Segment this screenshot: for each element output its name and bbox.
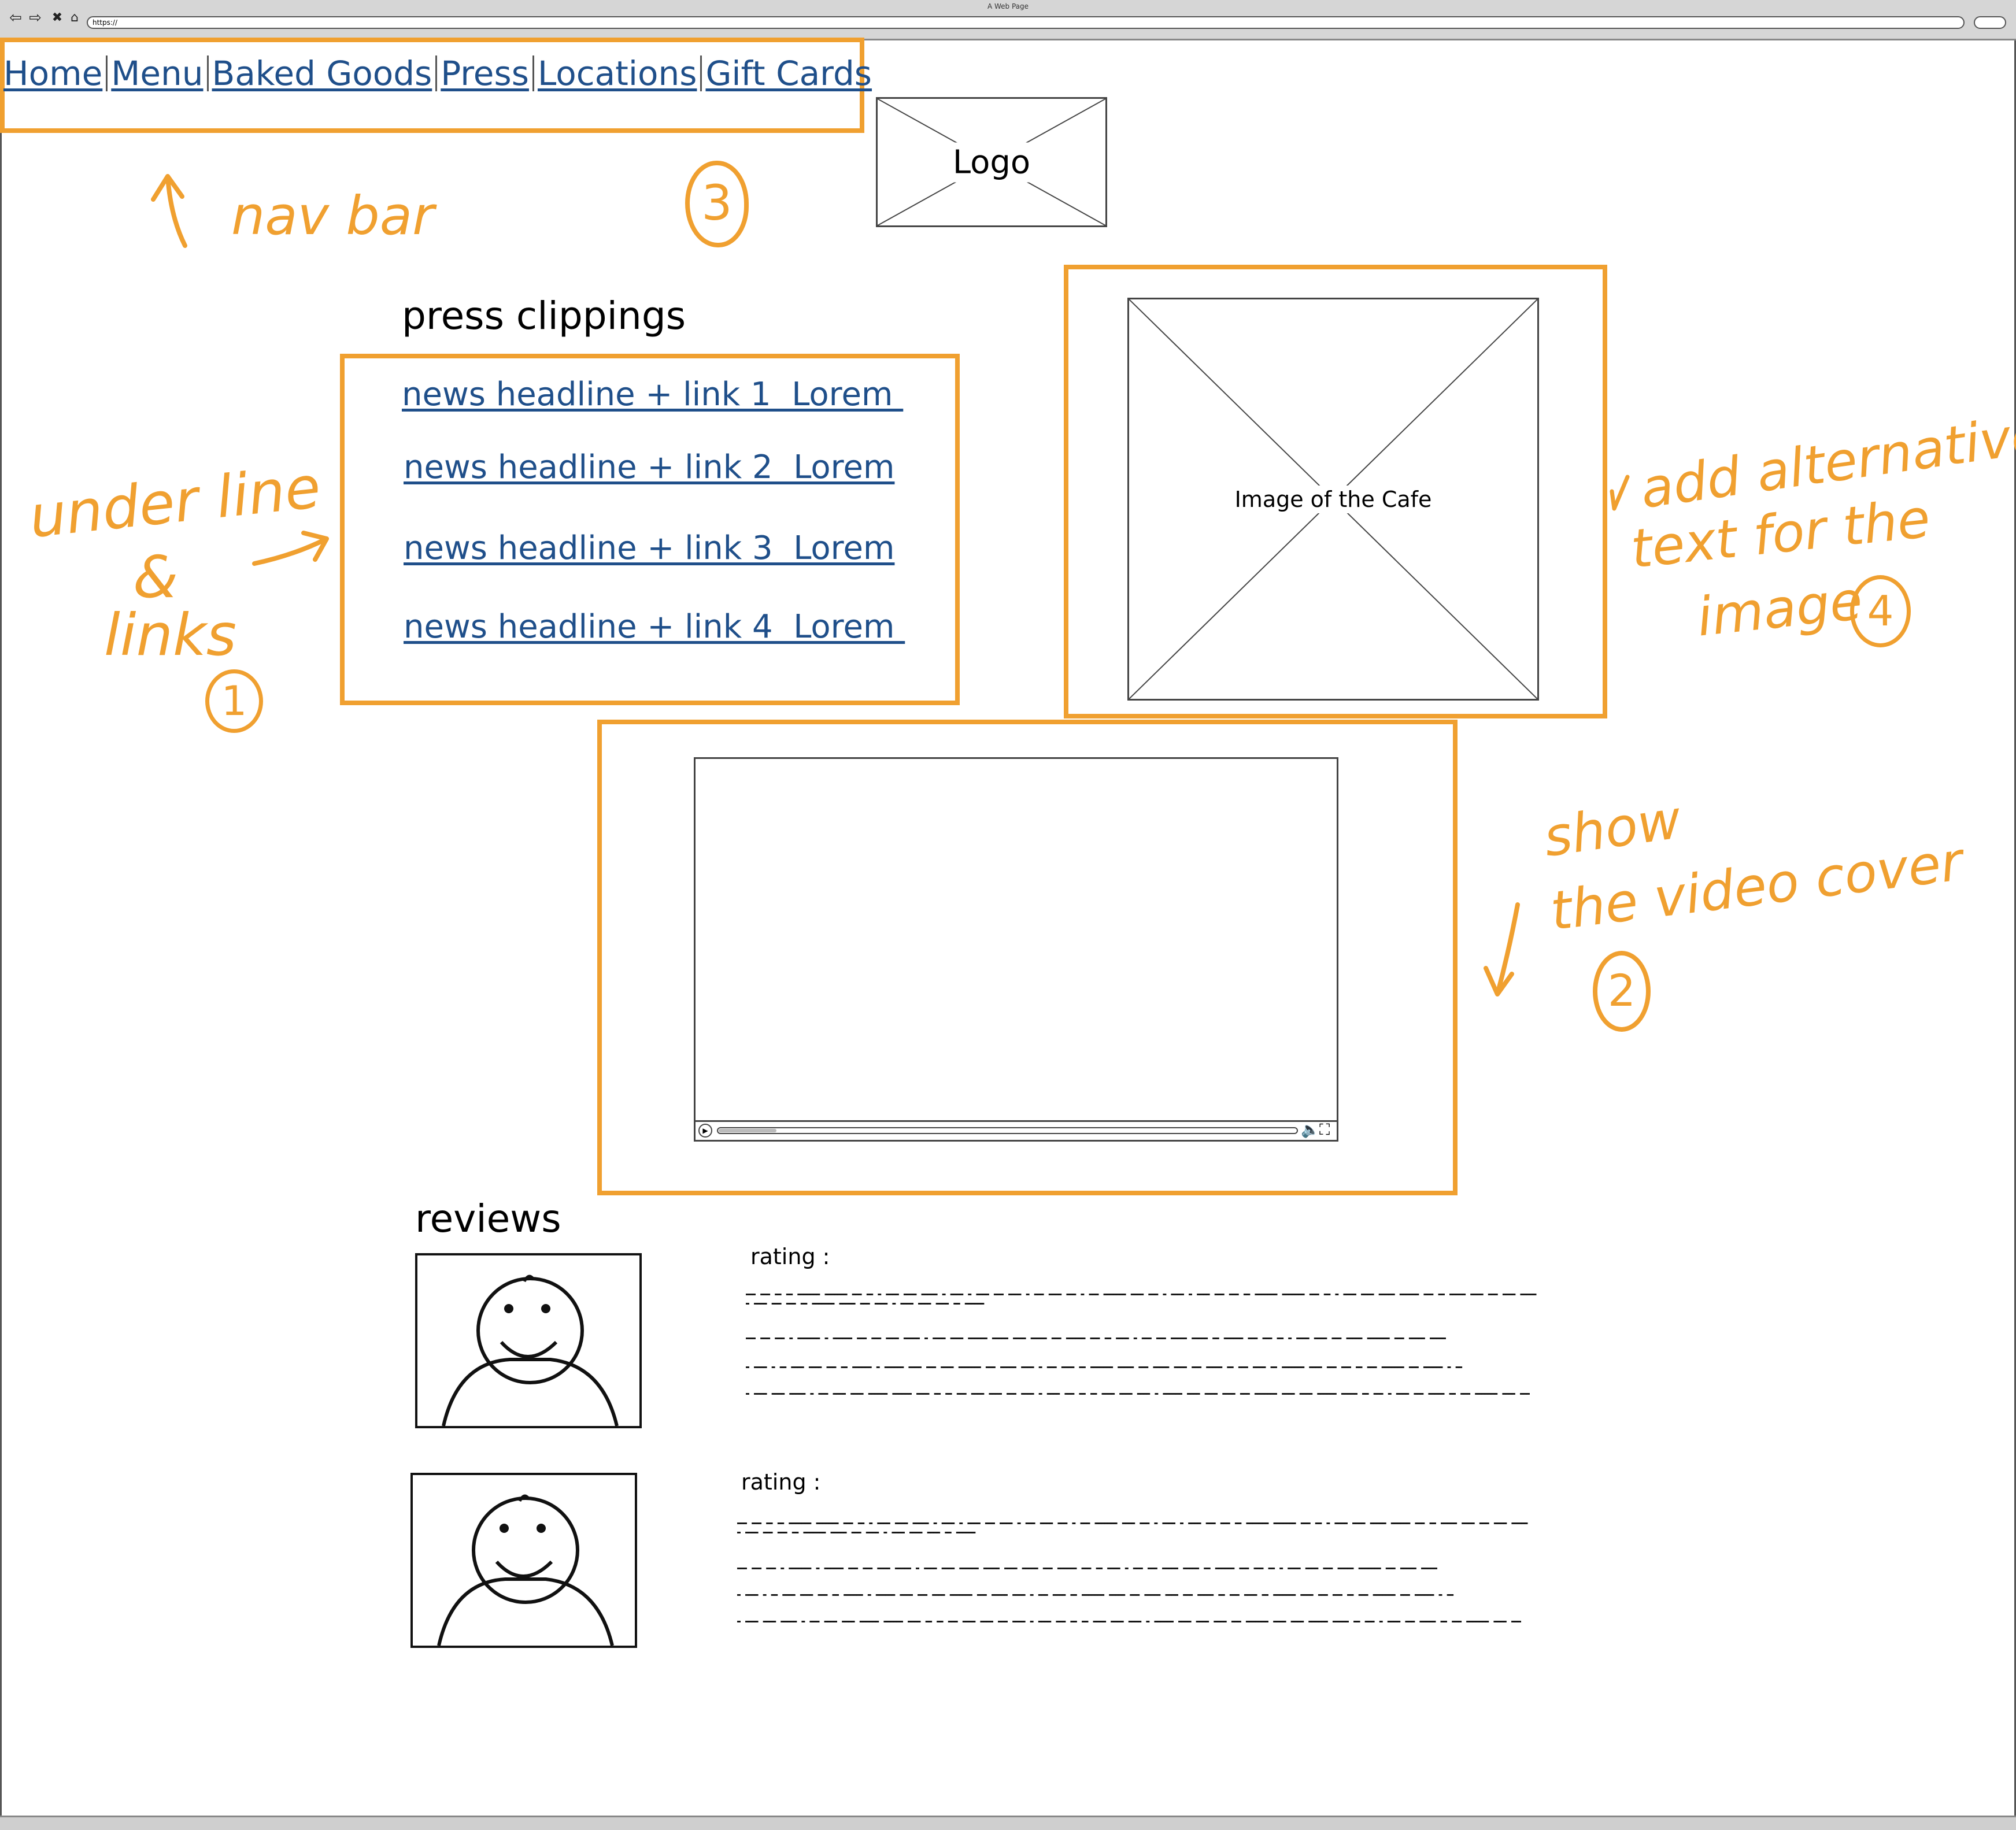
reviewer-avatar: [410, 1473, 637, 1648]
news-link-3[interactable]: news headline + link 3 Lorem: [404, 529, 894, 567]
review-text-block: ▬▬▬ ▬▬▬ ▬▬▬ ▬ ▬▬▬▬▬▬▬ ▬ ▬▬▬▬▬▬ ▬▬▬ ▬▬▬ ▬…: [746, 1335, 1446, 1342]
smiley-person-icon: [437, 1494, 614, 1646]
number-1-annotation: 1: [205, 669, 263, 733]
nav-link-locations[interactable]: Locations: [534, 53, 701, 94]
volume-icon[interactable]: 🔈: [1301, 1121, 1319, 1139]
review-text-block: ▬ ▬▬▬▬ ▬▬▬▬ ▬▬▬▬▬ ▬ ▬▬▬ ▬▬▬▬ ▬▬▬▬ ▬▬▬▬▬▬…: [746, 1391, 1530, 1397]
back-arrow-icon[interactable]: ⇦: [8, 10, 23, 25]
cafe-image-label: Image of the Cafe: [1229, 486, 1438, 513]
video-seek-bar[interactable]: [717, 1127, 1298, 1134]
play-icon[interactable]: ▶: [698, 1124, 712, 1138]
number-4-annotation: 4: [1850, 575, 1911, 647]
nav-bar-annotation: nav bar: [231, 185, 434, 247]
review-text-block: ▬▬▬ ▬▬▬ ▬▬ ▬▬ ▬▬▬▬▬▬▬ ▬▬▬▬▬▬▬ ▬▬▬ ▬▬ ▬ ▬…: [746, 1291, 1537, 1307]
rating-label: rating :: [750, 1244, 830, 1269]
window-title: A Web Page: [987, 2, 1029, 10]
nav-link-menu[interactable]: Menu: [108, 53, 206, 94]
url-input[interactable]: https://: [87, 16, 1965, 29]
video-annotation-line1: show: [1540, 788, 1685, 869]
logo-placeholder: Logo: [876, 97, 1107, 227]
left-arrow-annotation: [1610, 475, 1630, 511]
number-3-annotation: 3: [685, 161, 749, 247]
forward-arrow-icon[interactable]: ⇨: [28, 10, 43, 25]
review-text-block: ▬ ▬▬▬▬ ▬▬▬▬ ▬▬▬▬▬ ▬ ▬▬▬ ▬▬▬▬ ▬▬▬▬ ▬▬▬▬▬▬…: [737, 1618, 1521, 1625]
number-2-annotation: 2: [1593, 951, 1651, 1032]
reviews-heading: reviews: [415, 1196, 561, 1241]
nav-bar: Home Menu Baked Goods Press Locations Gi…: [0, 53, 875, 94]
rating-label: rating :: [741, 1469, 821, 1495]
news-link-2[interactable]: news headline + link 2 Lorem: [404, 449, 894, 486]
review-text-block: ▬▬▬ ▬▬▬ ▬▬ ▬▬ ▬▬▬▬▬▬▬ ▬▬▬▬▬▬▬ ▬▬▬ ▬▬ ▬ ▬…: [737, 1520, 1528, 1536]
cafe-image-placeholder: Image of the Cafe: [1127, 298, 1539, 701]
video-seek-progress: [719, 1129, 776, 1132]
nav-link-baked-goods[interactable]: Baked Goods: [209, 53, 436, 94]
search-field[interactable]: [1974, 16, 2006, 29]
review-text-block: ▬ ▬▬▬▬ ▬ ▬▬ ▬▬▬▬ ▬▬▬▬ ▬▬▬ ▬▬ ▬▬▬▬▬▬ ▬ ▬▬…: [746, 1364, 1462, 1370]
nav-link-press[interactable]: Press: [437, 53, 532, 94]
review-text-block: ▬ ▬▬▬▬ ▬ ▬▬ ▬▬▬▬ ▬▬▬▬ ▬▬▬ ▬▬ ▬▬▬▬▬▬ ▬ ▬▬…: [737, 1592, 1453, 1598]
alt-text-annotation-line3: image: [1694, 569, 1866, 649]
smiley-person-icon: [442, 1275, 619, 1427]
reviewer-avatar: [415, 1253, 642, 1428]
nav-link-home[interactable]: Home: [0, 53, 106, 94]
home-icon[interactable]: ⌂: [67, 10, 82, 25]
nav-link-gift-cards[interactable]: Gift Cards: [702, 53, 875, 94]
news-link-4[interactable]: news headline + link 4 Lorem: [404, 608, 905, 646]
underline-annotation-line3: links: [104, 601, 236, 669]
up-arrow-annotation: [151, 174, 187, 248]
news-link-1[interactable]: news headline + link 1 Lorem: [402, 376, 903, 413]
video-player[interactable]: [694, 757, 1338, 1142]
down-arrow-annotation: [1484, 902, 1520, 997]
fullscreen-icon[interactable]: ⛶: [1319, 1121, 1330, 1139]
logo-label: Logo: [946, 142, 1037, 183]
status-bar: [0, 1816, 2016, 1830]
press-heading: press clippings: [402, 294, 686, 338]
right-arrow-annotation: [252, 531, 329, 566]
review-text-block: ▬▬▬ ▬▬▬ ▬▬▬ ▬ ▬▬▬▬▬▬▬ ▬ ▬▬▬▬▬▬ ▬▬▬ ▬▬▬ ▬…: [737, 1565, 1437, 1572]
close-x-icon[interactable]: ✖: [50, 10, 65, 25]
